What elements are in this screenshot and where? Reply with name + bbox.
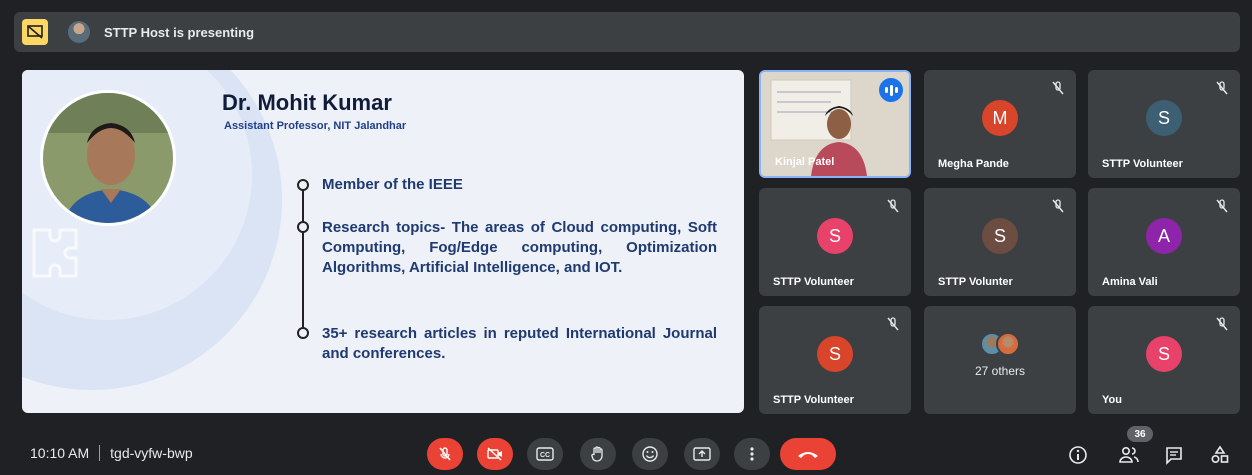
participant-avatar: S <box>817 218 853 254</box>
participant-name: STTP Volunteer <box>1102 158 1183 170</box>
participant-avatar: S <box>817 336 853 372</box>
chat-icon <box>1166 447 1182 465</box>
bullet-ieee: Member of the IEEE <box>322 176 463 193</box>
participant-avatar: S <box>982 218 1018 254</box>
participant-name: Megha Pande <box>938 158 1009 170</box>
speaking-indicator-icon <box>879 78 903 102</box>
participant-name: Amina Vali <box>1102 276 1158 288</box>
bullet-research-topics: Research topics- The areas of Cloud comp… <box>322 219 717 276</box>
presenter-avatar <box>68 21 90 43</box>
mic-off-icon <box>439 447 451 461</box>
mic-off-icon <box>1216 81 1228 95</box>
participant-tile-sttp-volunteer[interactable]: S STTP Volunteer <box>1088 70 1240 178</box>
participant-tile-sttp-volunteer[interactable]: S STTP Volunteer <box>759 306 911 414</box>
svg-text:CC: CC <box>540 452 550 459</box>
info-icon <box>1069 446 1087 464</box>
speaker-photo <box>40 90 176 226</box>
participant-tile-you[interactable]: S You <box>1088 306 1240 414</box>
bottom-toolbar: 10:10 AM tgd-vyfw-bwp CC <box>0 430 1252 475</box>
raise-hand-icon <box>591 446 603 462</box>
bullet-dot <box>297 327 309 339</box>
participant-name: STTP Volunter <box>938 276 1013 288</box>
presenting-banner: STTP Host is presenting <box>14 12 1240 52</box>
presentation-slide: Dr. Mohit Kumar Assistant Professor, NIT… <box>22 70 744 413</box>
speaker-title: Assistant Professor, NIT Jalandhar <box>224 120 407 132</box>
mic-off-icon <box>1052 199 1064 213</box>
emoji-reaction-button[interactable] <box>632 438 668 470</box>
activities-icon <box>1211 445 1229 464</box>
leave-call-button[interactable] <box>780 438 836 470</box>
mic-off-icon <box>887 317 899 331</box>
participant-avatar: S <box>1146 336 1182 372</box>
captions-icon: CC <box>536 447 554 461</box>
participant-tile-others[interactable]: 27 others <box>924 306 1076 414</box>
mic-off-icon <box>1216 199 1228 213</box>
participant-name: STTP Volunteer <box>773 394 854 406</box>
present-icon <box>693 447 711 461</box>
captions-button[interactable]: CC <box>527 438 563 470</box>
participant-tile-sttp-volunter[interactable]: S STTP Volunter <box>924 188 1076 296</box>
participant-name: You <box>1102 394 1122 406</box>
present-now-button[interactable] <box>684 438 720 470</box>
participant-avatar: S <box>1146 100 1182 136</box>
people-count-badge: 36 <box>1127 426 1153 442</box>
mic-off-icon <box>1216 317 1228 331</box>
more-options-icon <box>750 447 754 461</box>
people-icon <box>1119 446 1139 463</box>
participant-avatar: A <box>1146 218 1182 254</box>
people-button[interactable] <box>1118 444 1140 466</box>
emoji-icon <box>642 446 658 462</box>
timeline-line <box>302 190 304 336</box>
chat-button[interactable] <box>1163 444 1185 466</box>
bullet-articles: 35+ research articles in reputed Interna… <box>322 325 717 362</box>
mic-toggle-button[interactable] <box>427 438 463 470</box>
meeting-code: tgd-vyfw-bwp <box>110 445 193 461</box>
meeting-info: 10:10 AM tgd-vyfw-bwp <box>30 445 193 461</box>
participant-name: Kinjal Patel <box>775 156 835 168</box>
activities-button[interactable] <box>1209 444 1231 466</box>
participant-tile-kinjal-patel[interactable]: Kinjal Patel <box>759 70 911 178</box>
others-avatars <box>980 332 1020 356</box>
more-options-button[interactable] <box>734 438 770 470</box>
end-call-icon <box>798 452 818 458</box>
puzzle-icon <box>32 228 78 278</box>
camera-off-icon <box>487 447 502 461</box>
raise-hand-button[interactable] <box>580 438 616 470</box>
participant-tile-amina-vali[interactable]: A Amina Vali <box>1088 188 1240 296</box>
meeting-details-button[interactable] <box>1067 444 1089 466</box>
stop-presentation-icon[interactable] <box>22 19 48 45</box>
mic-off-icon <box>887 199 899 213</box>
clock-time: 10:10 AM <box>30 445 90 461</box>
participant-tile-sttp-volunteer[interactable]: S STTP Volunteer <box>759 188 911 296</box>
participant-tile-megha-pande[interactable]: M Megha Pande <box>924 70 1076 178</box>
others-count-label: 27 others <box>974 364 1026 378</box>
bullet-dot <box>297 179 309 191</box>
mic-off-icon <box>1052 81 1064 95</box>
participant-name: STTP Volunteer <box>773 276 854 288</box>
presenting-text: STTP Host is presenting <box>104 24 255 40</box>
bullet-dot <box>297 221 309 233</box>
participant-avatar: M <box>982 100 1018 136</box>
camera-toggle-button[interactable] <box>477 438 513 470</box>
speaker-name: Dr. Mohit Kumar <box>222 90 392 115</box>
